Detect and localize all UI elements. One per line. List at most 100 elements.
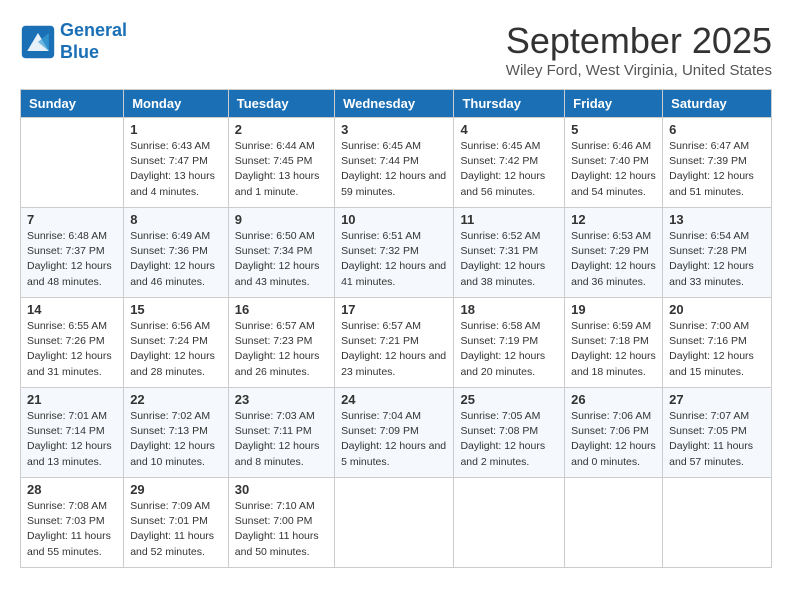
day-number: 2	[235, 122, 328, 137]
cell-info: Sunrise: 7:04 AMSunset: 7:09 PMDaylight:…	[341, 409, 447, 470]
cell-info: Sunrise: 6:59 AMSunset: 7:18 PMDaylight:…	[571, 319, 656, 380]
page-header: General Blue September 2025 Wiley Ford, …	[20, 20, 772, 79]
calendar-cell: 9 Sunrise: 6:50 AMSunset: 7:34 PMDaylight…	[228, 208, 334, 298]
title-block: September 2025 Wiley Ford, West Virginia…	[506, 20, 772, 79]
day-number: 18	[460, 302, 558, 317]
cell-info: Sunrise: 6:45 AMSunset: 7:44 PMDaylight:…	[341, 139, 447, 200]
cell-info: Sunrise: 7:07 AMSunset: 7:05 PMDaylight:…	[669, 409, 765, 470]
calendar-cell: 11 Sunrise: 6:52 AMSunset: 7:31 PMDayligh…	[454, 208, 565, 298]
cell-info: Sunrise: 6:51 AMSunset: 7:32 PMDaylight:…	[341, 229, 447, 290]
calendar-cell: 12 Sunrise: 6:53 AMSunset: 7:29 PMDayligh…	[565, 208, 663, 298]
calendar-cell	[565, 478, 663, 568]
calendar-cell: 19Sunrise: 6:59 AMSunset: 7:18 PMDayligh…	[565, 298, 663, 388]
day-number: 13	[669, 212, 765, 227]
day-number: 20	[669, 302, 765, 317]
day-number: 17	[341, 302, 447, 317]
day-number: 5	[571, 122, 656, 137]
calendar-cell: 23 Sunrise: 7:03 AMSunset: 7:11 PMDayligh…	[228, 388, 334, 478]
cell-info: Sunrise: 7:00 AMSunset: 7:16 PMDaylight:…	[669, 319, 765, 380]
location: Wiley Ford, West Virginia, United States	[506, 62, 772, 79]
calendar-cell: 18 Sunrise: 6:58 AMSunset: 7:19 PMDayligh…	[454, 298, 565, 388]
cell-info: Sunrise: 6:52 AMSunset: 7:31 PMDaylight:…	[460, 229, 558, 290]
calendar-cell: 17 Sunrise: 6:57 AMSunset: 7:21 PMDayligh…	[335, 298, 454, 388]
cell-info: Sunrise: 7:08 AMSunset: 7:03 PMDaylight:…	[27, 499, 117, 560]
calendar-cell: 29 Sunrise: 7:09 AMSunset: 7:01 PMDayligh…	[124, 478, 229, 568]
calendar-cell	[454, 478, 565, 568]
day-header-sunday: Sunday	[21, 90, 124, 118]
day-number: 6	[669, 122, 765, 137]
day-number: 11	[460, 212, 558, 227]
day-number: 16	[235, 302, 328, 317]
day-number: 29	[130, 482, 222, 497]
cell-info: Sunrise: 6:45 AMSunset: 7:42 PMDaylight:…	[460, 139, 558, 200]
cell-info: Sunrise: 6:55 AMSunset: 7:26 PMDaylight:…	[27, 319, 117, 380]
week-row-2: 14 Sunrise: 6:55 AMSunset: 7:26 PMDayligh…	[21, 298, 772, 388]
calendar-cell	[663, 478, 772, 568]
calendar-cell	[335, 478, 454, 568]
calendar-cell: 4 Sunrise: 6:45 AMSunset: 7:42 PMDaylight…	[454, 118, 565, 208]
logo: General Blue	[20, 20, 127, 63]
day-number: 23	[235, 392, 328, 407]
cell-info: Sunrise: 7:06 AMSunset: 7:06 PMDaylight:…	[571, 409, 656, 470]
cell-info: Sunrise: 7:02 AMSunset: 7:13 PMDaylight:…	[130, 409, 222, 470]
calendar-cell: 20 Sunrise: 7:00 AMSunset: 7:16 PMDayligh…	[663, 298, 772, 388]
cell-info: Sunrise: 6:56 AMSunset: 7:24 PMDaylight:…	[130, 319, 222, 380]
day-number: 27	[669, 392, 765, 407]
day-number: 14	[27, 302, 117, 317]
day-number: 22	[130, 392, 222, 407]
day-header-tuesday: Tuesday	[228, 90, 334, 118]
cell-info: Sunrise: 7:09 AMSunset: 7:01 PMDaylight:…	[130, 499, 222, 560]
day-header-friday: Friday	[565, 90, 663, 118]
cell-info: Sunrise: 6:47 AMSunset: 7:39 PMDaylight:…	[669, 139, 765, 200]
calendar-cell: 30 Sunrise: 7:10 AMSunset: 7:00 PMDayligh…	[228, 478, 334, 568]
day-header-monday: Monday	[124, 90, 229, 118]
day-number: 12	[571, 212, 656, 227]
cell-info: Sunrise: 7:01 AMSunset: 7:14 PMDaylight:…	[27, 409, 117, 470]
logo-line1: General	[60, 20, 127, 40]
calendar-cell: 24Sunrise: 7:04 AMSunset: 7:09 PMDayligh…	[335, 388, 454, 478]
calendar-cell: 8 Sunrise: 6:49 AMSunset: 7:36 PMDaylight…	[124, 208, 229, 298]
calendar-cell: 28 Sunrise: 7:08 AMSunset: 7:03 PMDayligh…	[21, 478, 124, 568]
calendar-cell: 6 Sunrise: 6:47 AMSunset: 7:39 PMDaylight…	[663, 118, 772, 208]
day-header-saturday: Saturday	[663, 90, 772, 118]
day-number: 4	[460, 122, 558, 137]
day-number: 9	[235, 212, 328, 227]
day-number: 21	[27, 392, 117, 407]
calendar-cell: 22 Sunrise: 7:02 AMSunset: 7:13 PMDayligh…	[124, 388, 229, 478]
cell-info: Sunrise: 6:50 AMSunset: 7:34 PMDaylight:…	[235, 229, 328, 290]
cell-info: Sunrise: 7:05 AMSunset: 7:08 PMDaylight:…	[460, 409, 558, 470]
logo-text: General Blue	[60, 20, 127, 63]
cell-info: Sunrise: 6:44 AMSunset: 7:45 PMDaylight:…	[235, 139, 328, 200]
calendar-cell: 5Sunrise: 6:46 AMSunset: 7:40 PMDaylight…	[565, 118, 663, 208]
calendar-cell: 10Sunrise: 6:51 AMSunset: 7:32 PMDayligh…	[335, 208, 454, 298]
day-number: 30	[235, 482, 328, 497]
calendar-cell: 1 Sunrise: 6:43 AMSunset: 7:47 PMDaylight…	[124, 118, 229, 208]
calendar-cell: 3 Sunrise: 6:45 AMSunset: 7:44 PMDaylight…	[335, 118, 454, 208]
logo-icon	[20, 24, 56, 60]
calendar-cell: 15Sunrise: 6:56 AMSunset: 7:24 PMDayligh…	[124, 298, 229, 388]
day-number: 3	[341, 122, 447, 137]
cell-info: Sunrise: 6:53 AMSunset: 7:29 PMDaylight:…	[571, 229, 656, 290]
day-number: 26	[571, 392, 656, 407]
week-row-4: 28 Sunrise: 7:08 AMSunset: 7:03 PMDayligh…	[21, 478, 772, 568]
logo-line2: Blue	[60, 42, 99, 62]
day-header-row: SundayMondayTuesdayWednesdayThursdayFrid…	[21, 90, 772, 118]
cell-info: Sunrise: 7:10 AMSunset: 7:00 PMDaylight:…	[235, 499, 328, 560]
day-number: 8	[130, 212, 222, 227]
calendar-cell: 2 Sunrise: 6:44 AMSunset: 7:45 PMDaylight…	[228, 118, 334, 208]
calendar-cell: 14 Sunrise: 6:55 AMSunset: 7:26 PMDayligh…	[21, 298, 124, 388]
calendar-cell: 26 Sunrise: 7:06 AMSunset: 7:06 PMDayligh…	[565, 388, 663, 478]
day-number: 1	[130, 122, 222, 137]
month-title: September 2025	[506, 20, 772, 62]
calendar-cell: 7Sunrise: 6:48 AMSunset: 7:37 PMDaylight…	[21, 208, 124, 298]
cell-info: Sunrise: 6:57 AMSunset: 7:21 PMDaylight:…	[341, 319, 447, 380]
cell-info: Sunrise: 6:49 AMSunset: 7:36 PMDaylight:…	[130, 229, 222, 290]
day-number: 28	[27, 482, 117, 497]
calendar-cell: 27 Sunrise: 7:07 AMSunset: 7:05 PMDayligh…	[663, 388, 772, 478]
cell-info: Sunrise: 7:03 AMSunset: 7:11 PMDaylight:…	[235, 409, 328, 470]
cell-info: Sunrise: 6:43 AMSunset: 7:47 PMDaylight:…	[130, 139, 222, 200]
cell-info: Sunrise: 6:58 AMSunset: 7:19 PMDaylight:…	[460, 319, 558, 380]
cell-info: Sunrise: 6:57 AMSunset: 7:23 PMDaylight:…	[235, 319, 328, 380]
calendar-cell: 16 Sunrise: 6:57 AMSunset: 7:23 PMDayligh…	[228, 298, 334, 388]
day-number: 25	[460, 392, 558, 407]
